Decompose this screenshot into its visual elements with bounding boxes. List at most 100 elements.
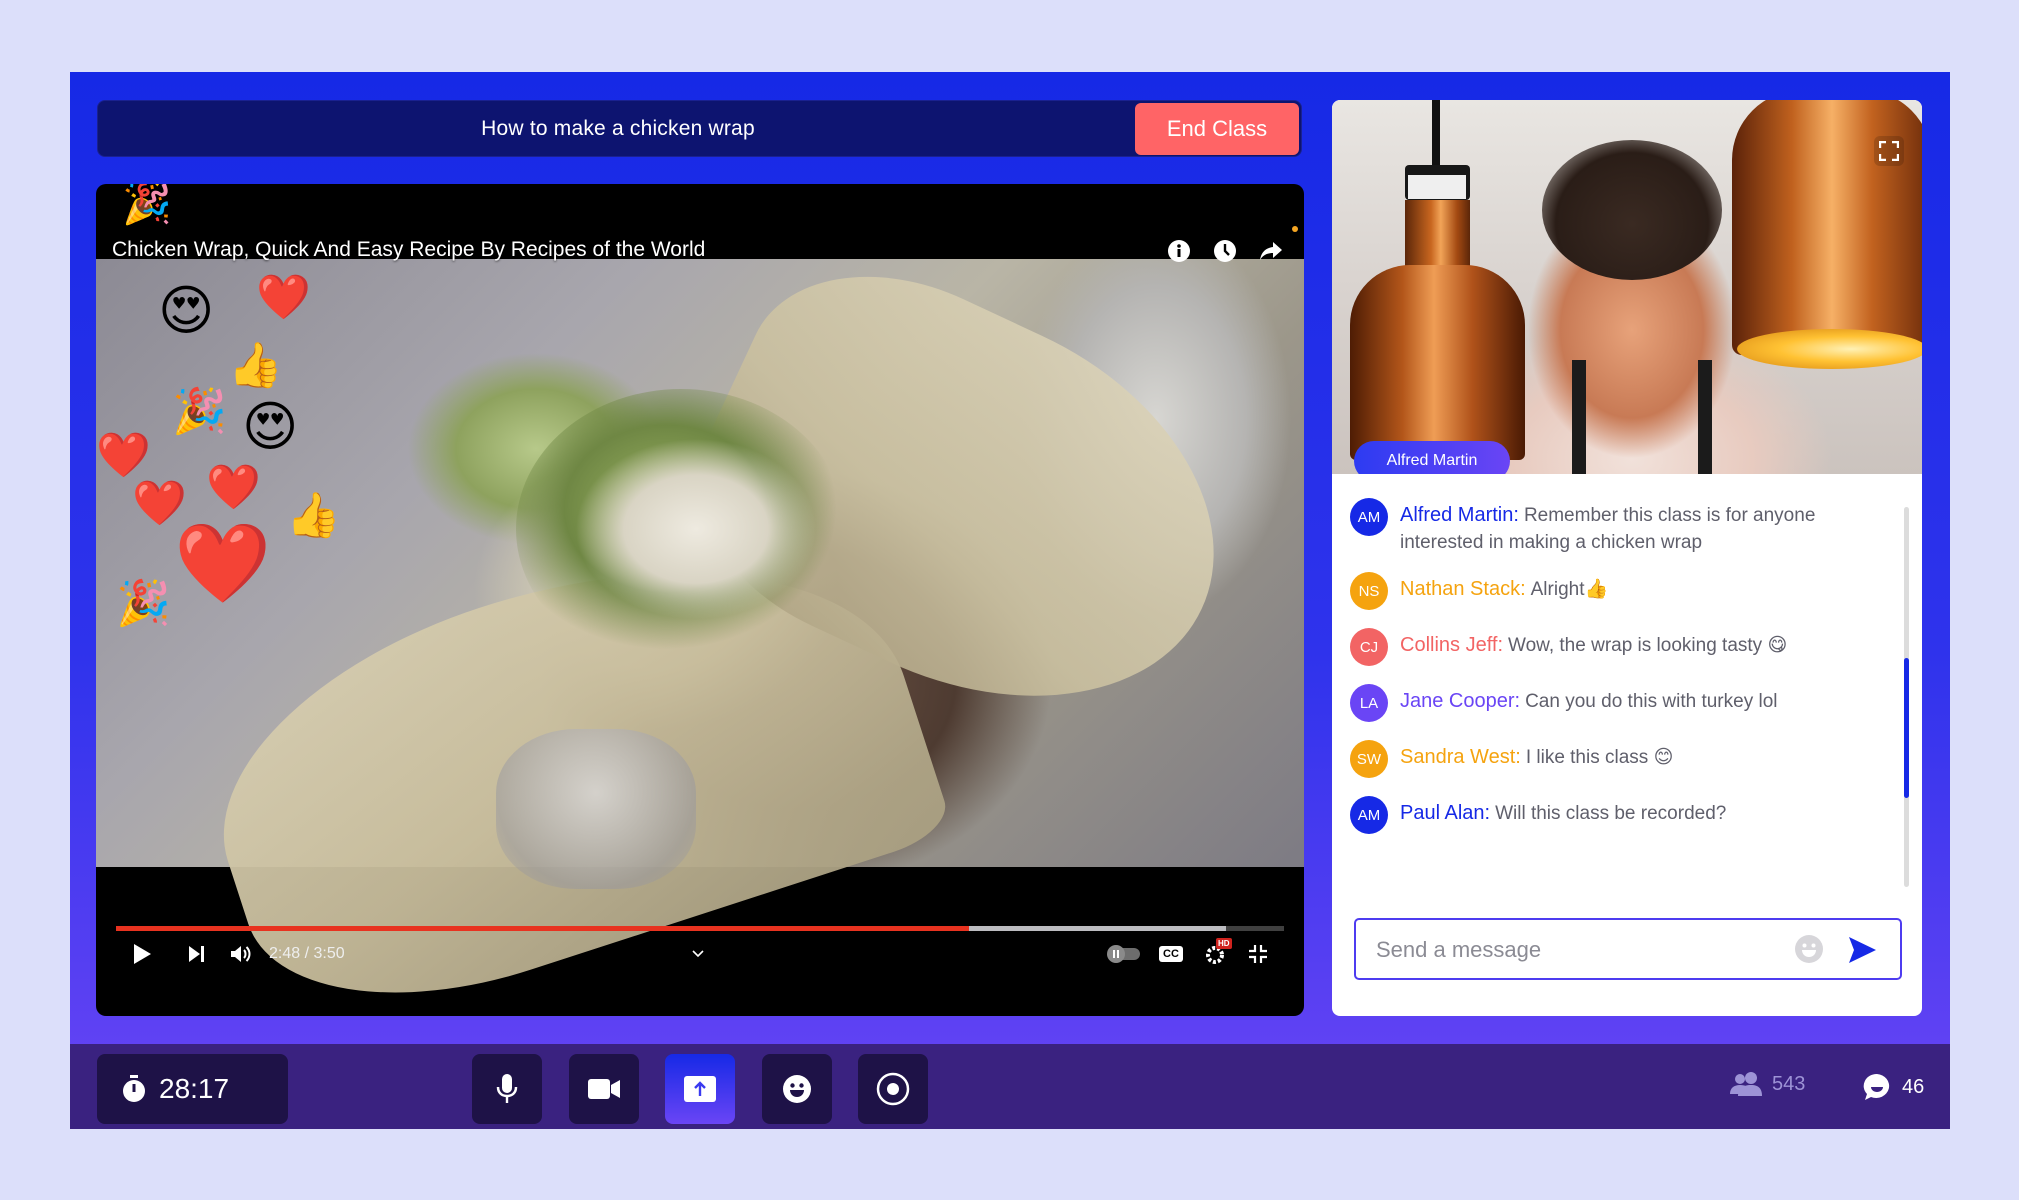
participants-count-value: 543 — [1772, 1072, 1806, 1095]
chat-sender-name[interactable]: Nathan Stack: — [1400, 578, 1526, 600]
autoplay-toggle-icon — [1107, 945, 1140, 963]
info-icon[interactable] — [1164, 236, 1194, 266]
reaction-emoji: 🎉 — [172, 387, 227, 436]
chat-sender-name[interactable]: Alfred Martin: — [1400, 504, 1519, 526]
video-camera-icon — [588, 1079, 620, 1099]
more-options-button[interactable] — [692, 934, 704, 974]
chat-message: NS Nathan Stack: Alright👍 — [1350, 572, 1870, 610]
avatar: CJ — [1350, 628, 1388, 666]
reaction-emoji: 👍 — [228, 341, 283, 390]
smiley-icon — [1795, 935, 1823, 963]
video-top-actions — [1164, 236, 1286, 266]
chat-sender-name[interactable]: Sandra West: — [1400, 746, 1521, 768]
video-controls: 2:48 / 3:50 CC HD — [96, 934, 1304, 974]
avatar: LA — [1350, 684, 1388, 722]
avatar: AM — [1350, 796, 1388, 834]
next-button[interactable] — [188, 934, 206, 974]
live-class-app: How to make a chicken wrap End Class Chi… — [70, 72, 1950, 1129]
class-header-bar: How to make a chicken wrap End Class — [97, 100, 1302, 157]
reaction-emoji: 😍 — [200, 184, 242, 226]
chat-message-body: Can you do this with turkey lol — [1525, 691, 1778, 712]
camera-button[interactable] — [569, 1054, 639, 1124]
smiley-icon — [783, 1075, 811, 1103]
watch-later-icon[interactable] — [1210, 236, 1240, 266]
play-icon — [134, 944, 151, 964]
play-button[interactable] — [132, 934, 152, 974]
hd-badge: HD — [1216, 938, 1232, 949]
send-icon — [1849, 937, 1876, 963]
emoji-picker-button[interactable] — [1794, 934, 1824, 964]
reaction-emoji: 👍 — [286, 491, 341, 540]
presenter-image — [1572, 360, 1712, 474]
progress-played — [116, 926, 969, 931]
chat-message-body: Wow, the wrap is looking tasty 😋 — [1508, 635, 1788, 656]
class-timer: 28:17 — [97, 1054, 288, 1124]
chat-messages: AM Alfred Martin: Remember this class is f… — [1350, 498, 1870, 856]
stopwatch-icon — [123, 1075, 145, 1102]
reaction-emoji: ❤️ — [256, 273, 311, 322]
avatar: SW — [1350, 740, 1388, 778]
message-composer — [1354, 918, 1902, 980]
chat-message-text: Paul Alan: Will this class be recorded? — [1400, 800, 1726, 827]
chat-message: LA Jane Cooper: Can you do this with turke… — [1350, 684, 1870, 722]
settings-button[interactable]: HD — [1204, 934, 1232, 974]
reaction-emoji: ❤️ — [174, 519, 272, 607]
share-screen-icon — [684, 1076, 716, 1102]
reaction-emoji: 🎉 — [116, 579, 171, 628]
chat-message-text: Jane Cooper: Can you do this with turkey … — [1400, 688, 1777, 715]
chat-bubble-icon — [1863, 1073, 1890, 1100]
chevron-down-icon — [692, 950, 704, 958]
exit-fullscreen-button[interactable] — [1248, 934, 1268, 974]
reaction-emoji: ❤️ — [96, 431, 151, 480]
volume-button[interactable] — [230, 934, 252, 974]
video-content-filling — [516, 389, 846, 669]
class-title: How to make a chicken wrap — [481, 116, 755, 140]
chat-message-text: Sandra West: I like this class 😊 — [1400, 744, 1673, 771]
video-player[interactable]: Chicken Wrap, Quick And Easy Recipe By R… — [96, 184, 1304, 1016]
video-title[interactable]: Chicken Wrap, Quick And Easy Recipe By R… — [112, 238, 705, 262]
chat-message-text: Nathan Stack: Alright👍 — [1400, 576, 1608, 603]
chat-message-body: I like this class 😊 — [1525, 747, 1674, 768]
end-class-button[interactable]: End Class — [1135, 103, 1299, 155]
share-screen-button[interactable] — [665, 1054, 735, 1124]
chat-sender-name[interactable]: Jane Cooper: — [1400, 690, 1520, 712]
presenter-image — [1542, 140, 1722, 280]
video-time: 2:48 / 3:50 — [269, 945, 345, 962]
chat-message-body: Will this class be recorded? — [1495, 803, 1727, 824]
participants-icon — [1730, 1072, 1762, 1096]
chat-message-body: Alright👍 — [1530, 579, 1609, 600]
participants-count[interactable]: 543 — [1730, 1072, 1805, 1096]
avatar: NS — [1350, 572, 1388, 610]
reaction-emoji: ❤️ — [206, 463, 261, 512]
captions-icon: CC — [1159, 946, 1183, 962]
send-message-button[interactable] — [1846, 934, 1878, 966]
exit-fullscreen-icon — [1249, 945, 1267, 963]
reaction-emoji: 😍 — [242, 397, 299, 457]
chat-sender-name[interactable]: Paul Alan: — [1400, 802, 1490, 824]
chat-message-text: Collins Jeff: Wow, the wrap is looking ta… — [1400, 632, 1787, 659]
presenter-image-lamp — [1350, 100, 1525, 460]
side-panel: Alfred Martin AM Alfred Martin: Remember t… — [1332, 100, 1922, 1016]
chat-scrollbar-thumb[interactable] — [1904, 658, 1909, 799]
record-button[interactable] — [858, 1054, 928, 1124]
reactions-button[interactable] — [762, 1054, 832, 1124]
fullscreen-icon — [1879, 141, 1899, 161]
chat-message: AM Alfred Martin: Remember this class is f… — [1350, 498, 1870, 556]
volume-icon — [231, 946, 251, 962]
chat-message: CJ Collins Jeff: Wow, the wrap is looking … — [1350, 628, 1870, 666]
record-icon — [876, 1072, 910, 1106]
message-input[interactable] — [1376, 930, 1796, 970]
chat-sender-name[interactable]: Collins Jeff: — [1400, 634, 1503, 656]
next-icon — [189, 946, 204, 962]
camera-fullscreen-button[interactable] — [1874, 136, 1904, 166]
reaction-emoji: 😍 — [158, 281, 215, 341]
captions-button[interactable]: CC — [1159, 934, 1183, 974]
chat-scrollbar[interactable] — [1904, 507, 1909, 887]
reaction-emoji: 🎉 — [122, 184, 172, 226]
video-progress-bar[interactable] — [116, 926, 1284, 931]
microphone-button[interactable] — [472, 1054, 542, 1124]
messages-count[interactable]: 46 — [1862, 1072, 1924, 1102]
share-icon[interactable] — [1256, 236, 1286, 266]
avatar: AM — [1350, 498, 1388, 536]
autoplay-toggle[interactable] — [1106, 934, 1142, 974]
